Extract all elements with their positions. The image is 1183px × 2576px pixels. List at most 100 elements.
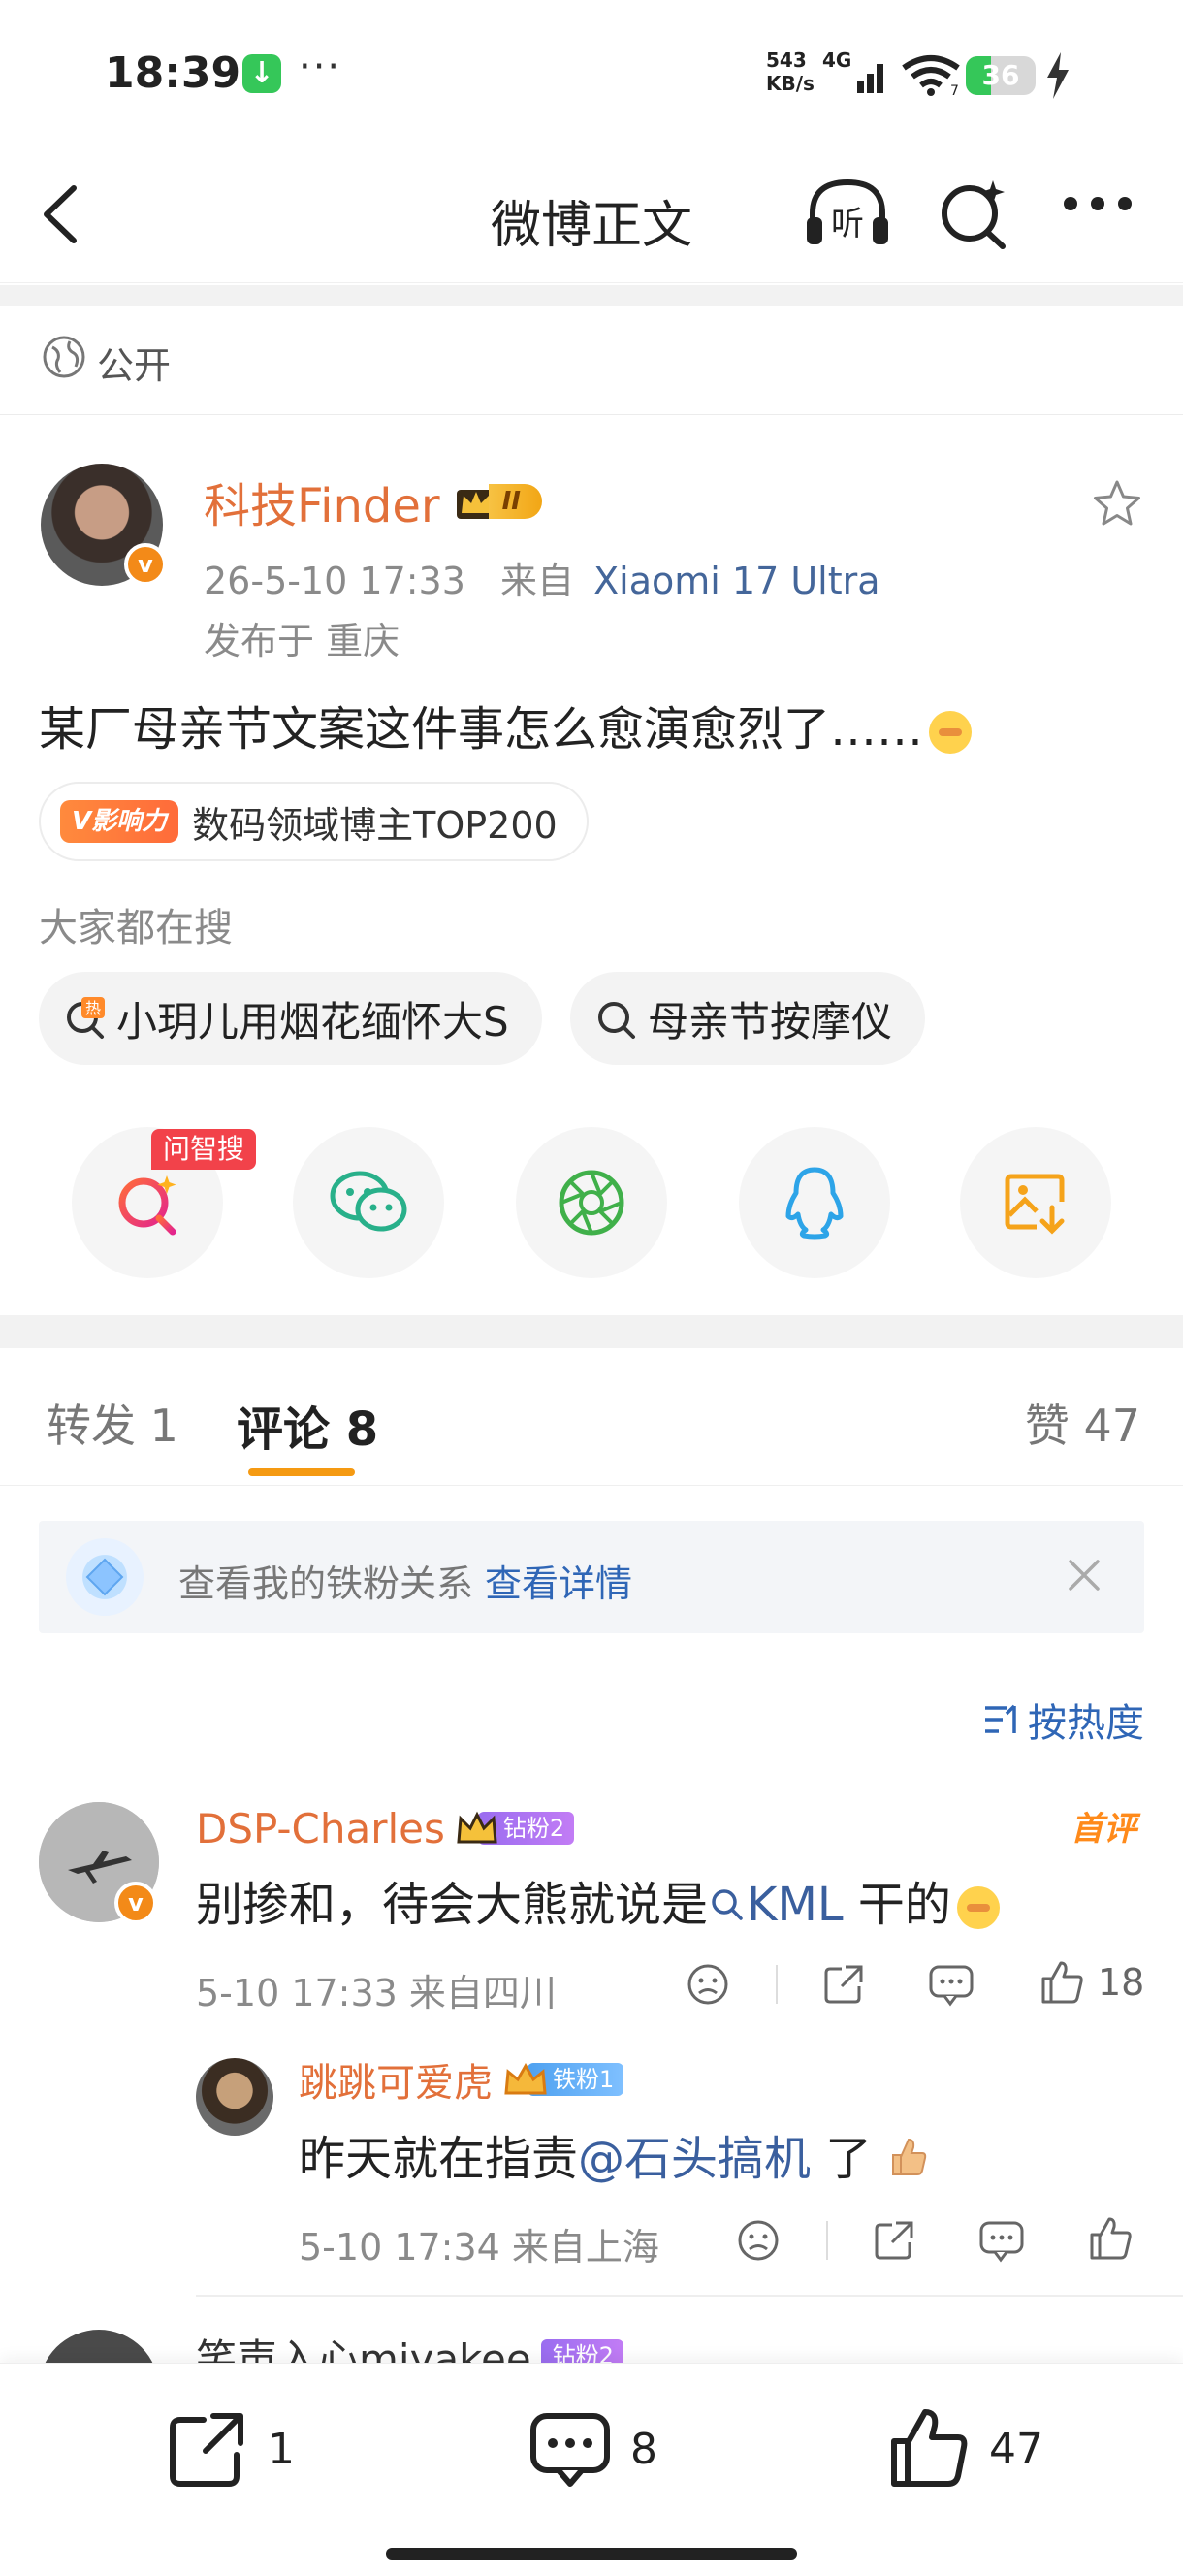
charging-icon	[1047, 52, 1069, 99]
comment-icon	[530, 2413, 610, 2487]
share-wechat-button[interactable]	[293, 1127, 444, 1278]
section-gap	[0, 1315, 1183, 1348]
comment-like-count: 18	[1098, 1961, 1145, 2004]
sort-icon	[985, 1704, 1016, 1733]
replier-name[interactable]: 跳跳可爱虎	[299, 2051, 493, 2108]
share-icon[interactable]	[871, 2217, 917, 2264]
bottom-repost[interactable]: 1	[165, 2406, 295, 2492]
influence-text: 数码领域博主TOP200	[192, 803, 558, 847]
search-icon	[598, 1002, 635, 1039]
comment-bubble-icon[interactable]	[927, 1961, 975, 2008]
dislike-face-icon[interactable]	[735, 2217, 782, 2264]
fan-crown-icon	[504, 2062, 547, 2095]
influence-chip[interactable]: V影响力 数码领域博主TOP200	[39, 782, 589, 861]
battery-indicator: 36	[966, 56, 1036, 95]
hot-search-label: 小玥儿用烟花缅怀大S	[116, 997, 509, 1046]
post-body: 某厂母亲节文案这件事怎么愈演愈烈了……	[39, 691, 973, 758]
fans-details-link[interactable]: 查看详情	[485, 1562, 632, 1605]
bottom-comment[interactable]: 8	[528, 2406, 657, 2492]
commenter-name[interactable]: DSP-Charles	[196, 1805, 445, 1852]
thumbs-up-icon	[1041, 1961, 1083, 2004]
bottom-like[interactable]: 47	[886, 2406, 1043, 2492]
interaction-tabs: 转发 1 评论 8 赞 47	[0, 1348, 1183, 1486]
nav-bar: 微博正文 听	[0, 145, 1183, 283]
fans-banner[interactable]: 查看我的铁粉关系 查看详情	[39, 1521, 1144, 1633]
fan-badge: 铁粉1	[502, 2062, 624, 2097]
post-location: 发布于 重庆	[204, 620, 400, 662]
comment-divider	[196, 2295, 1183, 2297]
repost-icon	[170, 2413, 243, 2487]
visibility-row: 公开	[0, 308, 1183, 415]
reply-meta: 5-10 17:34 来自上海	[299, 2226, 659, 2269]
net-speed-value: 543	[766, 48, 807, 72]
post-time: 26-5-10 17:33	[204, 560, 465, 602]
share-moments-button[interactable]	[516, 1127, 667, 1278]
diamond-icon	[66, 1538, 144, 1616]
influence-tag: V影响力	[60, 800, 179, 843]
battery-level: 36	[981, 59, 1020, 91]
reply-body: 昨天就在指责@石头搞机 了	[299, 2120, 930, 2188]
comment-body: 别掺和，待会大熊就说是 KML 干的	[196, 1866, 1000, 1934]
tab-comment[interactable]: 评论 8	[237, 1391, 378, 1459]
tab-repost[interactable]: 转发 1	[47, 1391, 178, 1455]
verified-v-badge: v	[114, 1882, 157, 1924]
download-icon: ↓	[242, 54, 281, 93]
sort-label: 按热度	[1028, 1701, 1144, 1746]
comment-like[interactable]: 18	[1038, 1959, 1144, 2006]
post-text: 某厂母亲节文案这件事怎么愈演愈烈了……	[39, 702, 924, 757]
replier-avatar[interactable]	[196, 2058, 273, 2136]
section-gap	[0, 285, 1183, 306]
wenzhisou-search-icon	[118, 1175, 176, 1236]
close-icon[interactable]	[1063, 1554, 1105, 1596]
search-icon	[712, 1889, 743, 1920]
author-name[interactable]: 科技Finder	[204, 467, 440, 535]
fan-badge: 钻粉2	[455, 1811, 575, 1846]
wifi-sub: 7	[950, 83, 959, 97]
search-spark-icon[interactable]	[937, 175, 1014, 252]
fans-text-row: 查看我的铁粉关系 查看详情	[178, 1554, 632, 1607]
vip-level: II	[488, 484, 542, 519]
share-icon[interactable]	[820, 1961, 867, 2008]
listen-label: 听	[831, 205, 864, 243]
status-time: 18:39	[105, 48, 241, 98]
tab-likes[interactable]: 赞 47	[1025, 1391, 1140, 1455]
comment-text: 别掺和，待会大熊就说是	[196, 1878, 709, 1932]
comment-header: DSP-Charles 钻粉2	[196, 1800, 575, 1856]
like-icon	[891, 2409, 968, 2487]
active-tab-indicator	[248, 1468, 355, 1476]
action-divider	[826, 2221, 828, 2260]
hot-search-item[interactable]: 母亲节按摩仪	[570, 972, 926, 1065]
reply-mention[interactable]: @石头搞机	[578, 2132, 811, 2186]
reply-header: 跳跳可爱虎 铁粉1	[299, 2051, 624, 2108]
more-options-icon[interactable]	[1061, 194, 1135, 213]
post-meta: 26-5-10 17:33 来自 Xiaomi 17 Ultra	[204, 551, 880, 604]
emoji-icon	[929, 711, 973, 754]
dislike-face-icon[interactable]	[685, 1961, 731, 2008]
sort-toggle[interactable]: 按热度	[983, 1691, 1144, 1748]
diamond-shape	[85, 1558, 124, 1596]
vip-badge[interactable]: II	[454, 481, 542, 522]
author-name-row[interactable]: 科技Finder II	[204, 467, 542, 535]
favorite-star-icon[interactable]	[1090, 477, 1144, 531]
bottom-action-bar: 1 8 47	[0, 2363, 1183, 2576]
source-device[interactable]: Xiaomi 17 Ultra	[593, 560, 879, 602]
repost-count: 1	[268, 2424, 295, 2474]
hot-mark: 热	[85, 999, 101, 1017]
comment-bubble-icon[interactable]	[977, 2217, 1026, 2264]
comment-search-link[interactable]: KML	[708, 1878, 844, 1932]
thumbs-up-emoji-icon	[891, 2138, 926, 2175]
reply-text-after: 了	[811, 2132, 873, 2186]
visibility-label: 公开	[97, 344, 172, 387]
signal-icon	[857, 64, 883, 93]
thumbs-up-icon[interactable]	[1086, 2215, 1135, 2262]
hot-search-icon: 热	[67, 997, 105, 1039]
first-comment-tag: 首评	[1071, 1810, 1136, 1849]
hot-search-item[interactable]: 热 小玥儿用烟花缅怀大S	[39, 972, 542, 1065]
status-bar: 18:39 ↓ ··· 543 KB/s 4G 7 36	[0, 0, 1183, 145]
share-qq-button[interactable]	[739, 1127, 890, 1278]
listen-headphones-icon[interactable]: 听	[803, 175, 892, 252]
save-image-button[interactable]	[960, 1127, 1111, 1278]
hot-search-title: 大家都在搜	[39, 906, 233, 950]
crown-icon	[457, 1811, 497, 1844]
net-speed-unit: KB/s	[766, 72, 815, 95]
